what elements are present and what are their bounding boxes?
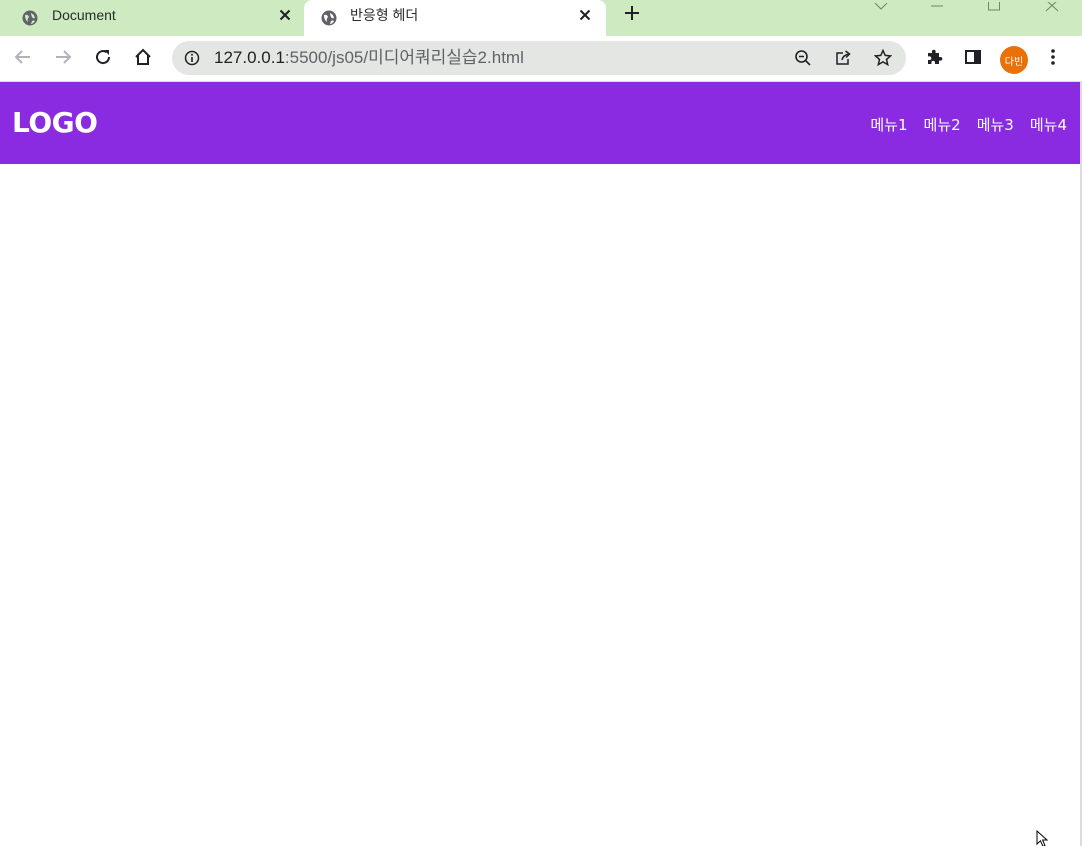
extensions-button[interactable] — [922, 47, 946, 71]
tab-strip: Document 반응형 헤더 — [0, 0, 1082, 36]
globe-icon — [22, 10, 38, 26]
url-path: :5500/js05/미디어쿼리실습2.html — [284, 48, 524, 67]
browser-toolbar: 127.0.0.1:5500/js05/미디어쿼리실습2.html 다빈 — [0, 36, 1082, 82]
site-header: LOGO 메뉴1 메뉴2 메뉴3 메뉴4 — [0, 82, 1080, 164]
url-text[interactable]: 127.0.0.1:5500/js05/미디어쿼리실습2.html — [214, 41, 524, 75]
back-icon — [14, 48, 32, 71]
browser-window: Document 반응형 헤더 127.0.0.1:5500/js05/미디어쿼… — [0, 0, 1082, 846]
info-icon[interactable] — [184, 50, 200, 66]
close-icon[interactable] — [276, 6, 294, 24]
site-logo[interactable]: LOGO — [12, 106, 98, 139]
nav-link-menu1[interactable]: 메뉴1 — [870, 114, 907, 135]
home-icon — [134, 48, 152, 71]
tab-document[interactable]: Document — [0, 0, 304, 36]
reload-icon — [94, 48, 112, 71]
side-panel-icon — [964, 48, 982, 71]
extensions-icon — [925, 48, 943, 71]
url-host: 127.0.0.1 — [214, 48, 285, 67]
globe-icon — [321, 10, 337, 26]
back-button[interactable] — [11, 47, 35, 71]
home-button[interactable] — [131, 47, 155, 71]
forward-icon — [54, 48, 72, 71]
share-icon[interactable] — [833, 48, 853, 68]
reload-button[interactable] — [91, 47, 115, 71]
more-icon — [1050, 48, 1056, 71]
forward-button[interactable] — [51, 47, 75, 71]
new-tab-button[interactable] — [620, 3, 644, 27]
maximize-button[interactable] — [984, 0, 1004, 14]
side-panel-button[interactable] — [961, 47, 985, 71]
star-icon[interactable] — [873, 48, 893, 68]
main-nav: 메뉴1 메뉴2 메뉴3 메뉴4 — [870, 114, 1067, 135]
tab-search-button[interactable] — [871, 0, 891, 14]
tab-title: Document — [52, 7, 116, 23]
plus-icon — [624, 5, 640, 26]
nav-link-menu2[interactable]: 메뉴2 — [924, 114, 961, 135]
close-icon[interactable] — [576, 6, 594, 24]
profile-avatar[interactable]: 다빈 — [1000, 46, 1028, 74]
zoom-out-icon[interactable] — [793, 48, 813, 68]
mouse-cursor-icon — [1036, 829, 1050, 846]
nav-link-menu4[interactable]: 메뉴4 — [1030, 114, 1067, 135]
more-button[interactable] — [1041, 47, 1065, 71]
nav-link-menu3[interactable]: 메뉴3 — [977, 114, 1014, 135]
window-close-button[interactable] — [1042, 0, 1062, 14]
minimize-button[interactable] — [927, 0, 947, 14]
tab-title: 반응형 헤더 — [350, 7, 419, 23]
tab-responsive-header[interactable]: 반응형 헤더 — [304, 0, 606, 36]
address-bar[interactable]: 127.0.0.1:5500/js05/미디어쿼리실습2.html — [172, 41, 906, 75]
page-viewport: LOGO 메뉴1 메뉴2 메뉴3 메뉴4 — [0, 82, 1080, 846]
